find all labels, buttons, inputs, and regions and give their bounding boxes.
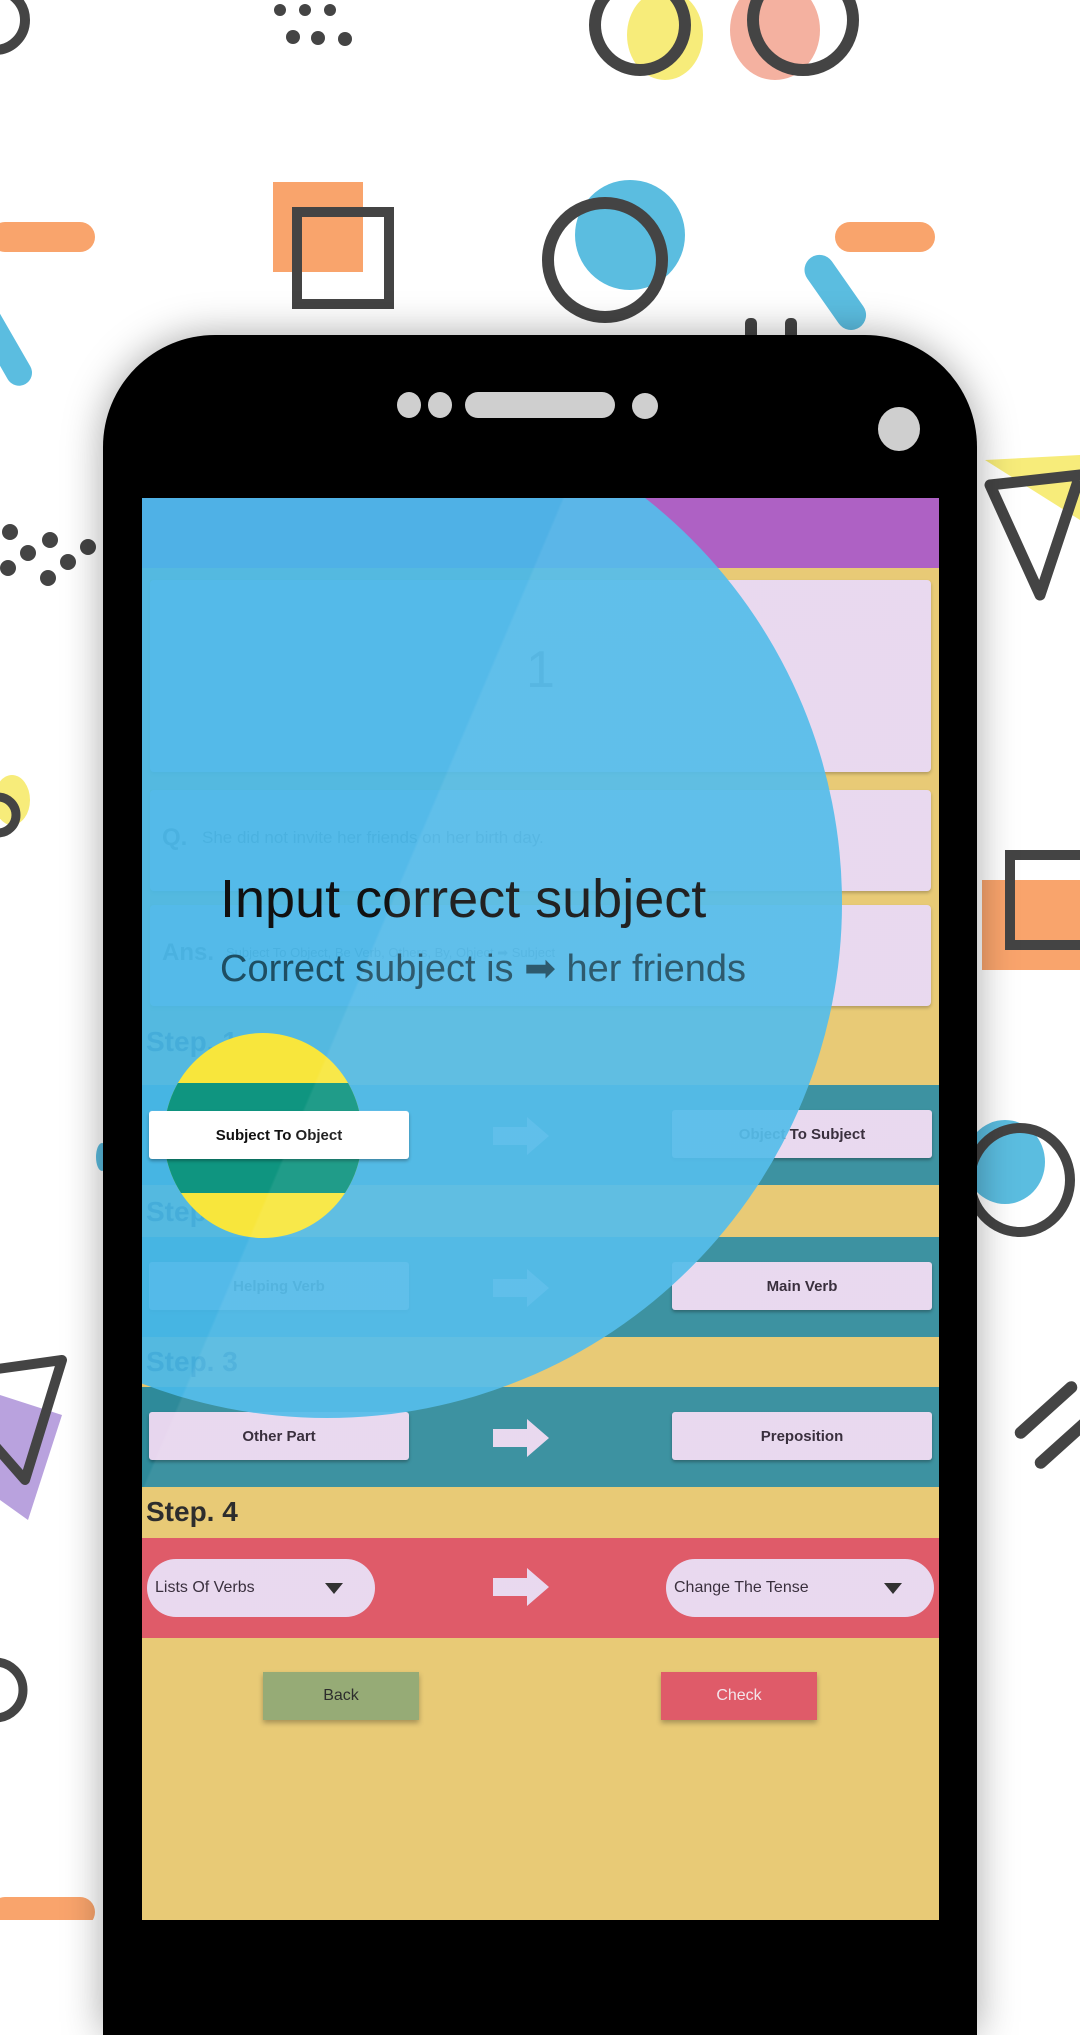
- right-arrow-icon: [493, 1419, 549, 1457]
- step-4-row: Lists Of Verbs Change The Tense: [142, 1538, 939, 1638]
- app-screen: 1 Q. She did not invite her friends on h…: [142, 498, 939, 1920]
- blue-dash: [804, 254, 867, 330]
- orange-dash: [0, 1897, 95, 1920]
- blue-dash: [0, 304, 32, 386]
- ring-decoration: [0, 1657, 28, 1723]
- orange-dash: [835, 222, 935, 252]
- sensor-dot: [428, 392, 452, 418]
- step-3-right-button[interactable]: Preposition: [672, 1412, 932, 1460]
- tense-dropdown-value: Change The Tense: [674, 1579, 809, 1596]
- ring-decoration: [0, 0, 30, 55]
- tutorial-description: Correct subject is ➡ her friends: [220, 948, 747, 990]
- dots-decoration: [274, 4, 352, 46]
- tense-dropdown[interactable]: Change The Tense: [666, 1559, 934, 1617]
- dropdown-caret-icon: [884, 1583, 902, 1594]
- sensor-dot: [397, 392, 421, 418]
- step-3-left-button[interactable]: Other Part: [149, 1412, 409, 1460]
- orange-square: [273, 182, 363, 272]
- earpiece-speaker: [465, 392, 615, 418]
- dots-decoration: [0, 524, 96, 586]
- blue-blob: [575, 180, 685, 290]
- orange-square: [982, 880, 1080, 970]
- front-camera: [878, 407, 920, 451]
- dropdown-caret-icon: [325, 1583, 343, 1594]
- check-button[interactable]: Check: [661, 1672, 817, 1720]
- step-4-label: Step. 4: [146, 1496, 238, 1527]
- tutorial-title: Input correct subject: [220, 869, 707, 929]
- verbs-dropdown[interactable]: Lists Of Verbs: [147, 1559, 375, 1617]
- back-button[interactable]: Back: [263, 1672, 419, 1720]
- verbs-dropdown-value: Lists Of Verbs: [155, 1579, 255, 1596]
- orange-dash: [0, 222, 95, 252]
- highlighted-target-button[interactable]: Subject To Object: [149, 1111, 409, 1159]
- sensor-dot: [632, 393, 658, 419]
- right-arrow-icon: [493, 1568, 549, 1606]
- step-2-right-button[interactable]: Main Verb: [672, 1262, 932, 1310]
